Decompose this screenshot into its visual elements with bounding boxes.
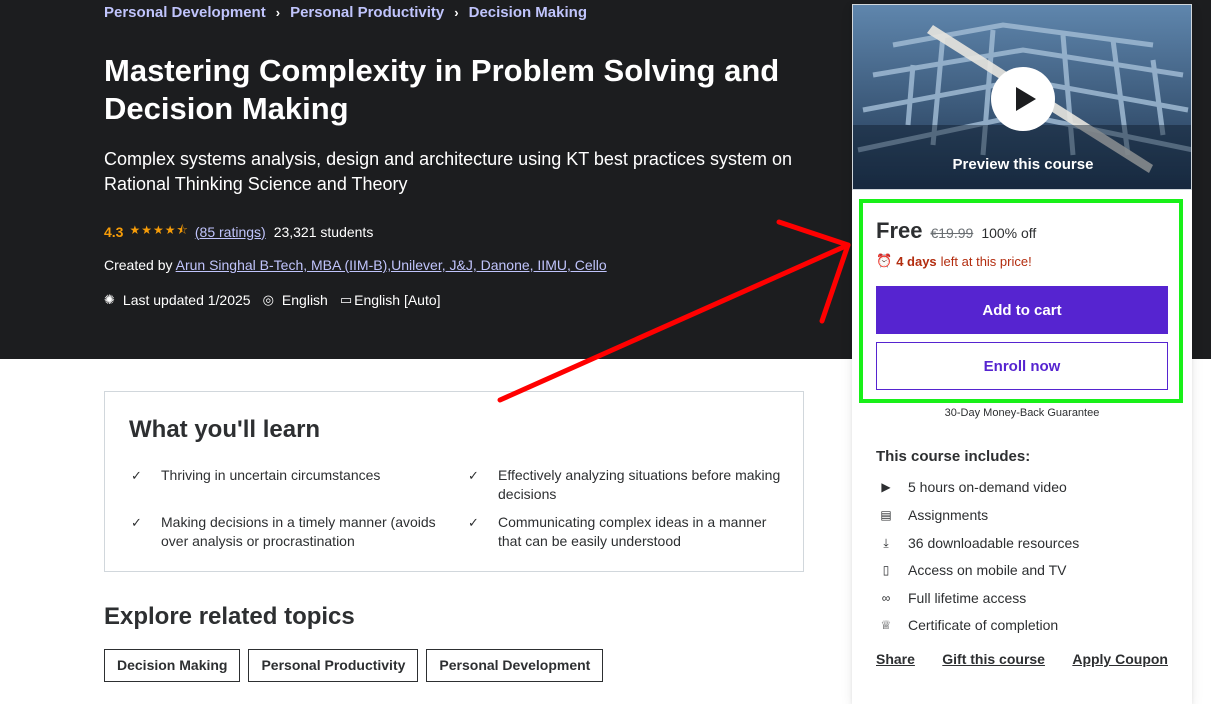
topic-chip-personal-productivity[interactable]: Personal Productivity: [248, 649, 419, 682]
what-youll-learn: What you'll learn ✓ Thriving in uncertai…: [104, 391, 804, 572]
breadcrumb-personal-productivity[interactable]: Personal Productivity: [290, 4, 444, 21]
include-text: Assignments: [908, 507, 989, 523]
last-updated-text: Last updated 1/2025: [122, 292, 251, 308]
alert-badge-icon: ✺: [104, 292, 115, 307]
include-item: ▶ 5 hours on-demand video: [876, 479, 1067, 495]
topic-chip-decision-making[interactable]: Decision Making: [104, 649, 241, 682]
chevron-right-icon: ›: [454, 5, 459, 20]
learn-item-text: Making decisions in a timely manner (avo…: [161, 514, 436, 549]
instructor-link[interactable]: Arun Singhal B-Tech, MBA (IIM-B),Unileve…: [176, 257, 607, 273]
gift-course-link[interactable]: Gift this course: [942, 651, 1045, 667]
rating-value: 4.3: [104, 223, 124, 240]
money-back-guarantee: 30-Day Money-Back Guarantee: [944, 407, 1100, 419]
include-text: Certificate of completion: [908, 617, 1059, 633]
topic-chip-personal-development[interactable]: Personal Development: [426, 649, 604, 682]
include-text: 36 downloadable resources: [908, 535, 1080, 551]
include-item: ∞ Full lifetime access: [876, 590, 1027, 606]
include-item: ▤ Assignments: [876, 507, 988, 523]
breadcrumb: Personal Development › Personal Producti…: [104, 4, 587, 21]
include-item: ♕ Certificate of completion: [876, 617, 1059, 633]
language-text: English: [281, 292, 328, 308]
student-count: 23,321 students: [273, 223, 374, 240]
course-language: ◎ English: [263, 292, 328, 308]
check-icon: ✓: [131, 515, 142, 530]
infinity-icon: ∞: [881, 591, 891, 605]
course-subtitle: Complex systems analysis, design and arc…: [104, 149, 792, 194]
course-preview[interactable]: Preview this course: [852, 4, 1192, 190]
related-topics-title: Explore related topics: [104, 603, 355, 630]
learn-item: ✓ Making decisions in a timely manner (a…: [131, 513, 451, 551]
rating-row: 4.3 ★★★★⯪ (85 ratings) 23,321 students: [104, 221, 373, 242]
include-item: ▯ Access on mobile and TV: [876, 562, 1067, 578]
learn-item: ✓ Communicating complex ideas in a manne…: [468, 513, 788, 551]
chevron-right-icon: ›: [275, 5, 281, 20]
learn-item-text: Communicating complex ideas in a manner …: [498, 514, 767, 549]
include-item: ⤓ 36 downloadable resources: [876, 535, 1079, 551]
learn-item: ✓ Thriving in uncertain circumstances: [131, 466, 451, 485]
breadcrumb-decision-making[interactable]: Decision Making: [469, 4, 587, 21]
captions-text: English [Auto]: [354, 292, 441, 308]
captions-icon: ▭: [339, 292, 353, 307]
include-text: 5 hours on-demand video: [908, 479, 1067, 495]
video-icon: ▶: [881, 480, 891, 494]
learn-item-text: Thriving in uncertain circumstances: [161, 467, 381, 483]
star-rating-icon: ★★★★⯪: [129, 223, 189, 237]
learn-item-text: Effectively analyzing situations before …: [498, 467, 781, 502]
created-by: Created by Arun Singhal B-Tech, MBA (IIM…: [104, 257, 607, 273]
highlight-box: [859, 199, 1183, 403]
globe-icon: ◎: [262, 292, 274, 307]
mobile-icon: ▯: [882, 563, 890, 577]
course-title: Mastering Complexity in Problem Solving …: [104, 53, 780, 126]
ratings-count-link[interactable]: (85 ratings): [195, 224, 266, 240]
sidebar-links: Share Gift this course Apply Coupon: [876, 651, 1168, 667]
download-icon: ⤓: [883, 535, 889, 550]
include-text: Full lifetime access: [908, 590, 1027, 606]
check-icon: ✓: [468, 515, 479, 530]
play-icon[interactable]: [991, 67, 1055, 131]
include-text: Access on mobile and TV: [908, 562, 1067, 578]
breadcrumb-personal-development[interactable]: Personal Development: [104, 4, 266, 21]
learn-item: ✓ Effectively analyzing situations befor…: [468, 466, 788, 504]
check-icon: ✓: [131, 468, 142, 483]
preview-label[interactable]: Preview this course: [853, 156, 1191, 173]
trophy-icon: ♕: [880, 618, 892, 632]
assignment-icon: ▤: [880, 508, 892, 522]
share-link[interactable]: Share: [876, 651, 915, 667]
last-updated: ✺ Last updated 1/2025: [104, 292, 251, 308]
learn-title: What you'll learn: [129, 416, 321, 443]
includes-title: This course includes:: [876, 448, 1031, 465]
course-captions: ▭ English [Auto]: [340, 292, 441, 308]
apply-coupon-link[interactable]: Apply Coupon: [1072, 651, 1168, 667]
check-icon: ✓: [468, 468, 479, 483]
created-by-label: Created by: [104, 257, 173, 273]
course-meta: ✺ Last updated 1/2025 ◎ English ▭ Englis…: [104, 292, 453, 308]
related-topics: Decision Making Personal Productivity Pe…: [104, 649, 611, 682]
